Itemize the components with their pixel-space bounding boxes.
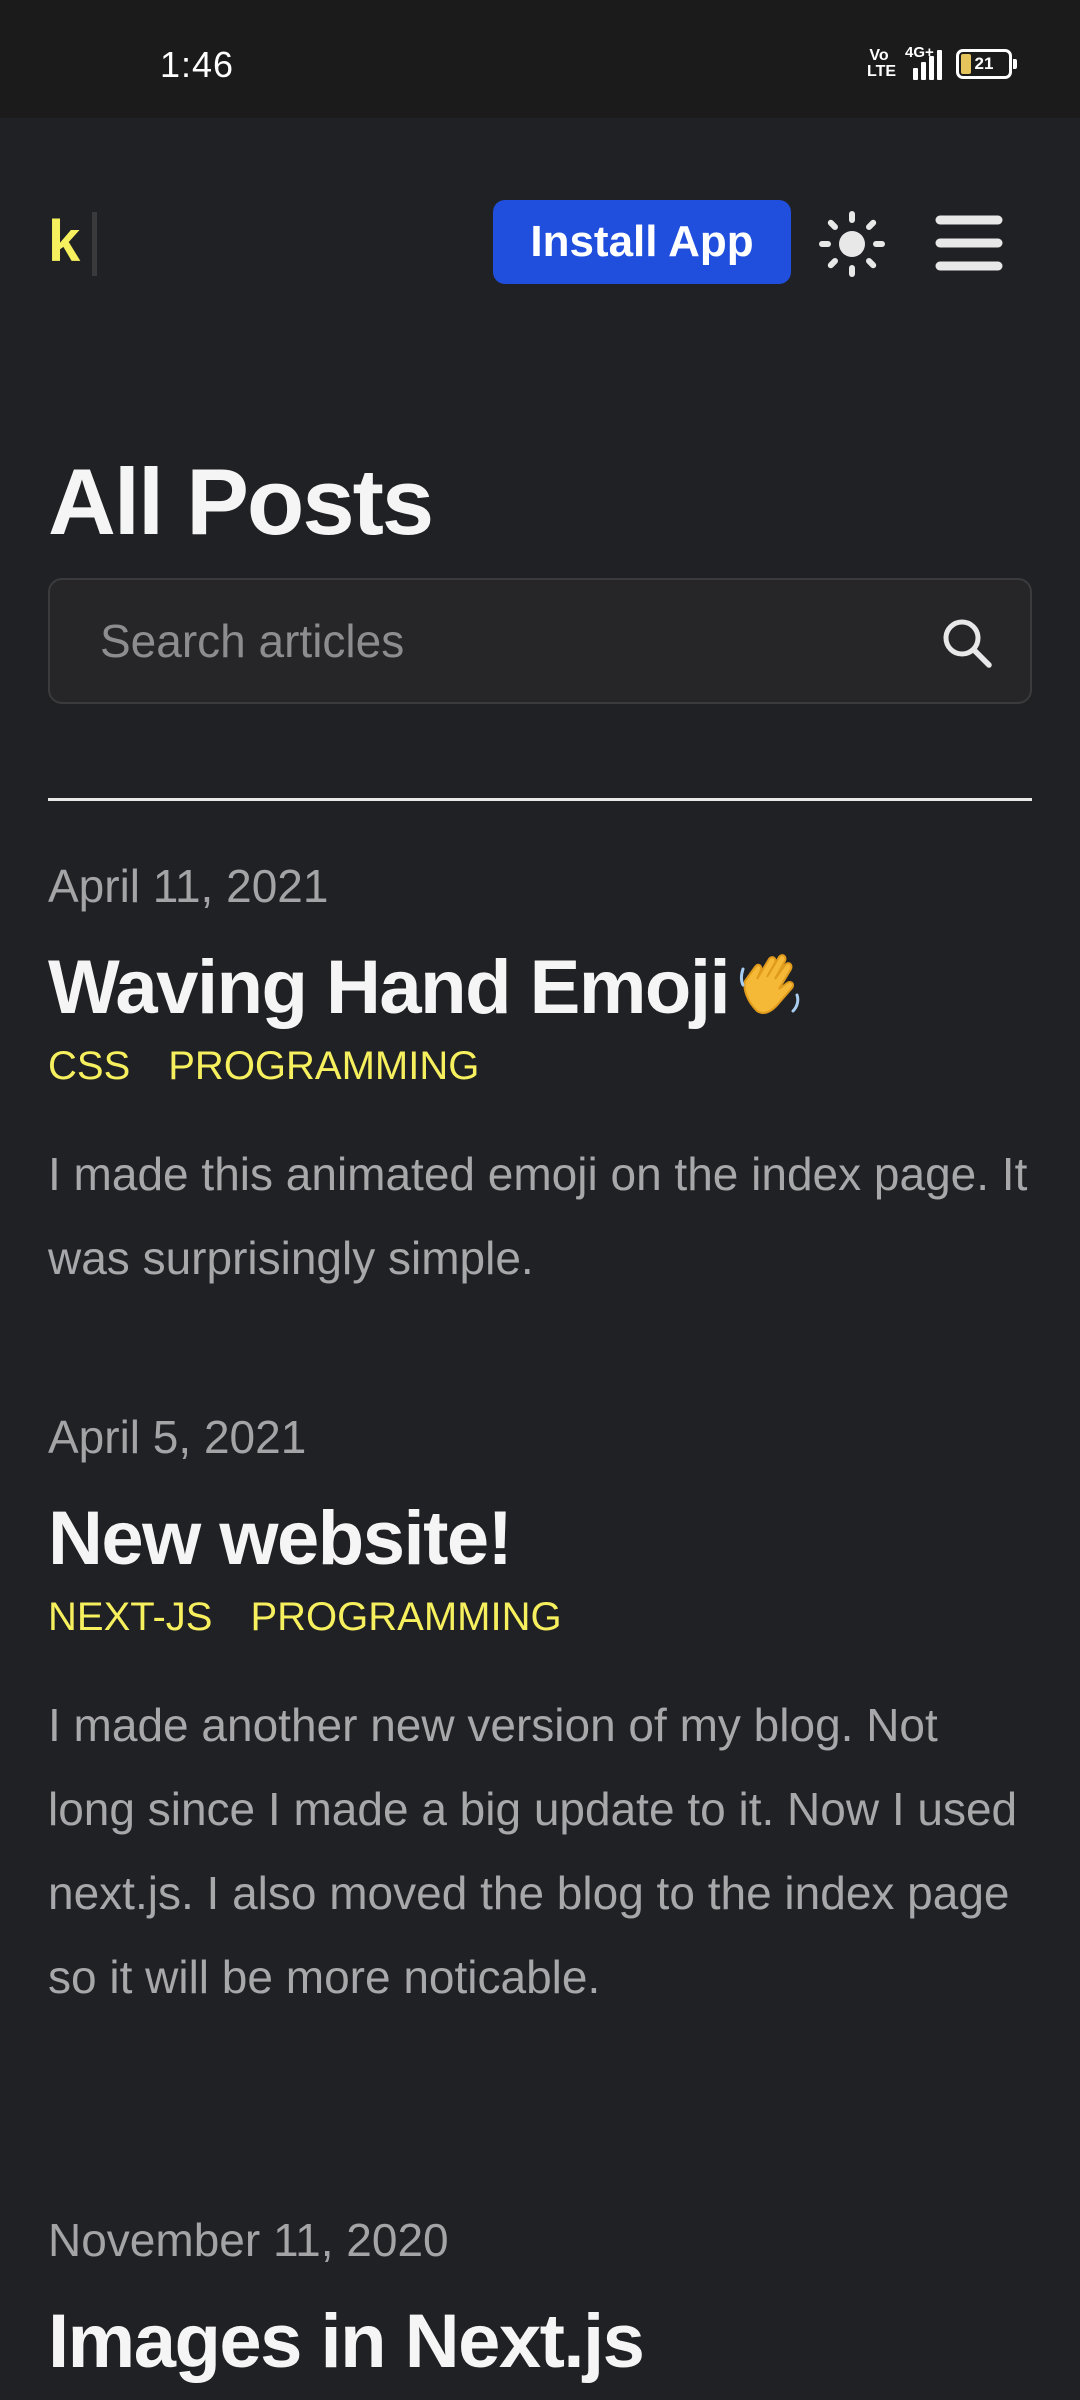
post-item: April 5, 2021 New website! NEXT-JS PROGR… — [48, 1407, 1032, 2019]
volte-icon: Vo LTE — [867, 47, 897, 80]
sun-icon — [819, 211, 885, 277]
post-summary: I made another new version of my blog. N… — [48, 1699, 1018, 2003]
install-app-button[interactable]: Install App — [493, 200, 791, 284]
status-bar: 1:46 Vo LTE 4G+ 21 — [0, 0, 1080, 118]
divider — [48, 798, 1032, 801]
post-date: November 11, 2020 — [48, 2214, 449, 2266]
tag-link[interactable]: PROGRAMMING — [250, 1589, 561, 1645]
post-title: Waving Hand Emoji — [48, 945, 731, 1030]
signal-icon: 4G+ — [905, 44, 942, 80]
post-title-link[interactable]: Images in Next.js — [48, 2292, 1032, 2392]
battery-level: 21 — [974, 54, 994, 73]
network-type: 4G+ — [905, 44, 934, 61]
waving-hand-icon — [740, 954, 800, 1014]
post-date: April 5, 2021 — [48, 1411, 307, 1463]
hamburger-menu-icon — [935, 215, 1003, 271]
tag-link[interactable]: PROGRAMMING — [168, 1038, 479, 1094]
site-header: k Install App — [0, 190, 1080, 290]
menu-button[interactable] — [932, 206, 1006, 280]
post-item: April 11, 2021 Waving Hand Emoji CSS PRO… — [48, 856, 1032, 1300]
post-date: April 11, 2021 — [48, 860, 329, 912]
status-icons: Vo LTE 4G+ 21 — [867, 44, 1017, 80]
theme-toggle-button[interactable] — [818, 210, 886, 278]
post-tags: CSS PROGRAMMING — [48, 1038, 1032, 1094]
search-icon[interactable] — [940, 616, 994, 670]
post-title-link[interactable]: Waving Hand Emoji — [48, 938, 1032, 1038]
post-title-link[interactable]: New website! — [48, 1489, 1032, 1589]
status-time: 1:46 — [160, 44, 235, 85]
post-item: November 11, 2020 Images in Next.js — [48, 2210, 1032, 2392]
page-title: All Posts — [48, 449, 434, 554]
post-summary: I made this animated emoji on the index … — [48, 1148, 1028, 1284]
typing-cursor — [92, 212, 97, 276]
post-title: Images in Next.js — [48, 2299, 645, 2384]
site-logo[interactable]: k — [48, 208, 80, 275]
battery-icon: 21 — [956, 49, 1017, 79]
post-tags: NEXT-JS PROGRAMMING — [48, 1589, 1032, 1645]
post-title: New website! — [48, 1496, 513, 1581]
search-input[interactable] — [50, 580, 950, 702]
tag-link[interactable]: NEXT-JS — [48, 1589, 212, 1645]
search-bar — [48, 578, 1032, 704]
tag-link[interactable]: CSS — [48, 1038, 130, 1094]
